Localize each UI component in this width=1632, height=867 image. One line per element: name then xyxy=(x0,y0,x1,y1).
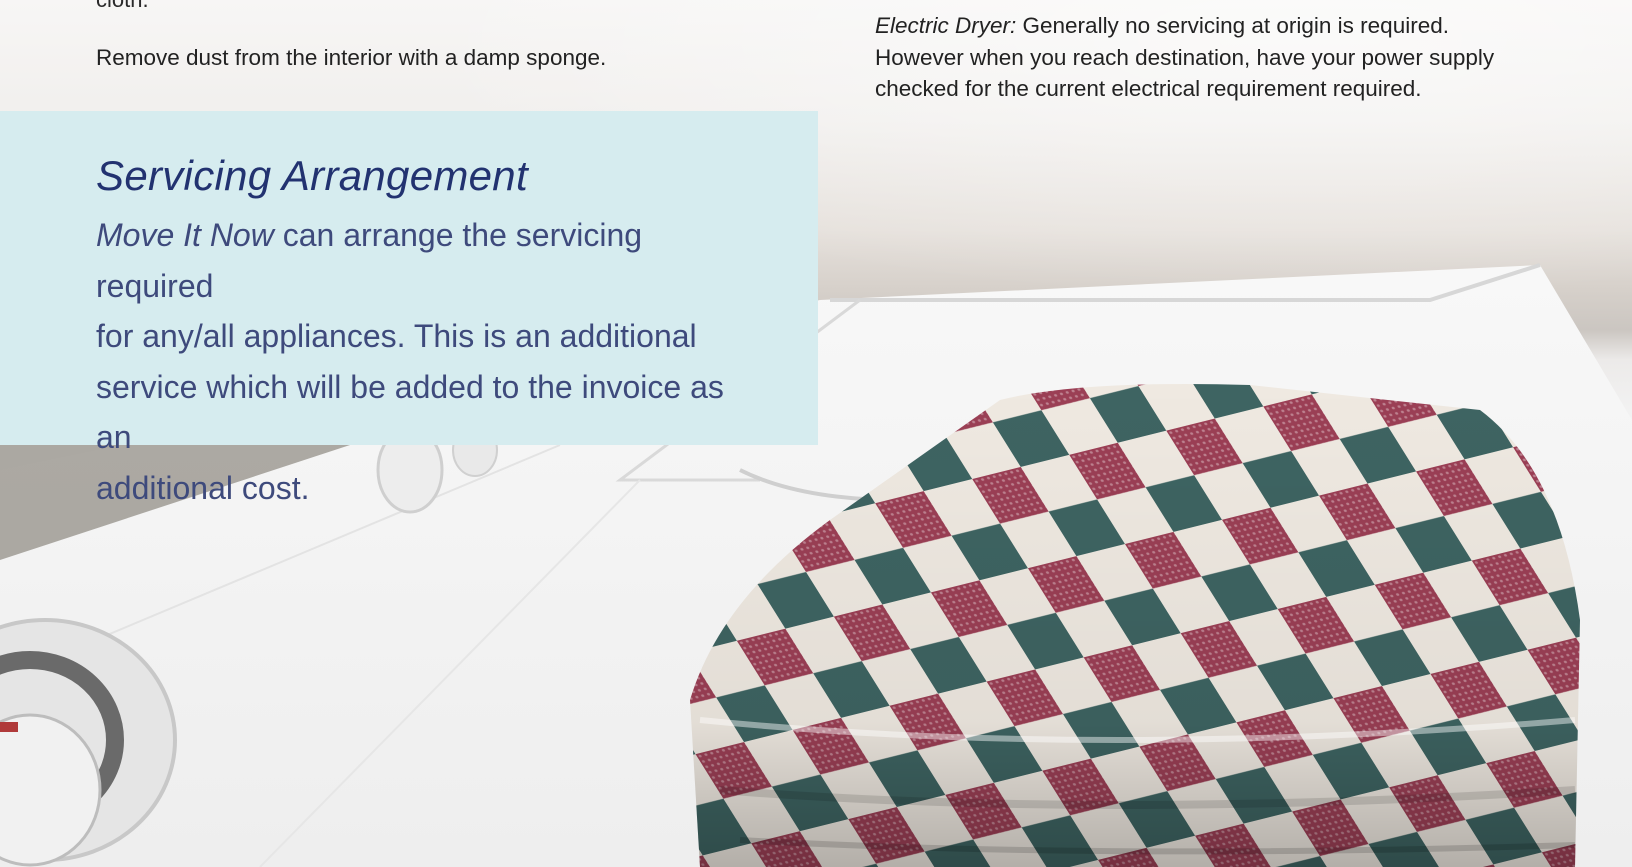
dryer-line-1: Generally no servicing at origin is requ… xyxy=(1016,13,1449,38)
servicing-line-4: additional cost. xyxy=(96,469,310,506)
dryer-line-3: checked for the current electrical requi… xyxy=(875,76,1422,101)
dust-instruction: Remove dust from the interior with a dam… xyxy=(96,45,607,70)
servicing-line-3: service which will be added to the invoi… xyxy=(96,368,724,456)
brand-name: Move It Now xyxy=(96,217,274,253)
electric-dryer-paragraph: Electric Dryer: Generally no servicing a… xyxy=(875,10,1555,105)
servicing-heading: Servicing Arrangement xyxy=(96,152,528,199)
servicing-line-2: for any/all appliances. This is an addit… xyxy=(96,318,697,354)
electric-dryer-label: Electric Dryer: xyxy=(875,13,1017,38)
dryer-line-2: However when you reach destination, have… xyxy=(875,44,1495,70)
dial-mark xyxy=(0,722,18,732)
servicing-body: Move It Now can arrange the servicing re… xyxy=(96,210,756,513)
cut-off-text: cloth. xyxy=(96,0,149,12)
